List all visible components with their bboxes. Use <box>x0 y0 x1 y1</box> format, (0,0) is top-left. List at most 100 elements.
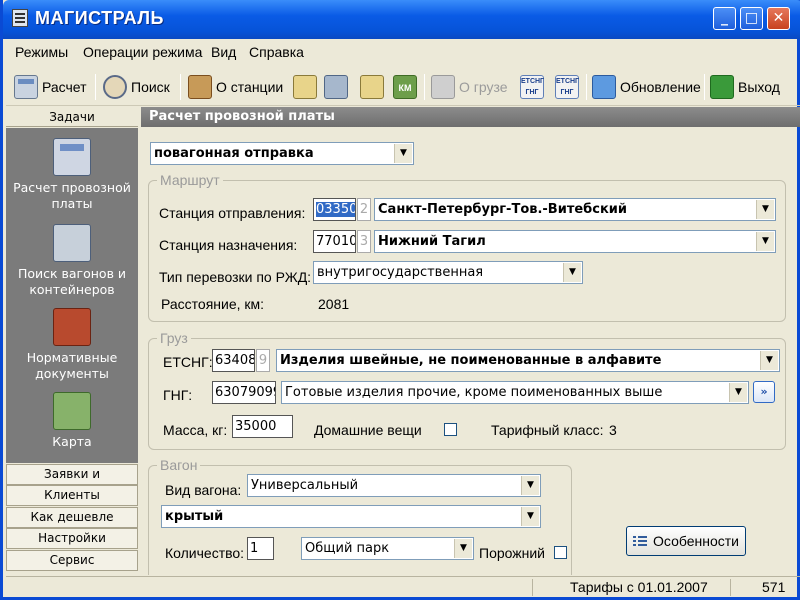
wagon-count-field[interactable]: 1 <box>247 537 274 560</box>
etsng-code-field[interactable]: 63408 <box>212 349 255 372</box>
calc-tool-label: Расчет <box>42 79 87 95</box>
chevron-down-icon[interactable]: ▼ <box>756 200 774 219</box>
update-tool-button[interactable]: Обновление <box>592 72 701 102</box>
chevron-down-icon[interactable]: ▼ <box>521 476 539 495</box>
map-tool-button[interactable] <box>293 72 317 102</box>
station-tool-button[interactable]: О станции <box>188 72 283 102</box>
toolbar-separator <box>95 74 96 100</box>
to-station-check-digit: 3 <box>357 230 371 253</box>
wagon-park-select[interactable]: Общий парк ▼ <box>301 537 474 560</box>
distance-label: Расстояние, км: <box>161 296 265 312</box>
from-station-code: 03350 <box>316 202 356 217</box>
close-button[interactable]: ✕ <box>767 7 790 30</box>
menu-view[interactable]: Вид <box>211 44 236 60</box>
chevron-down-icon[interactable]: ▼ <box>454 539 472 558</box>
mass-label: Масса, кг: <box>163 422 228 438</box>
from-station-check-digit: 2 <box>357 198 371 221</box>
wagon-subkind-select[interactable]: крытый ▼ <box>161 505 541 528</box>
to-station-code-field[interactable]: 77010 <box>313 230 356 253</box>
gng-label: ГНГ: <box>163 387 193 403</box>
etsng-check-digit: 9 <box>256 349 270 372</box>
menu-bar: Режимы Операции режима Вид Справка <box>6 40 800 64</box>
task-wagon-search[interactable]: Поиск вагонов и контейнеров <box>6 224 138 298</box>
transport-type-select[interactable]: внутригосударственная ▼ <box>313 261 583 284</box>
maximize-button[interactable]: □ <box>740 7 763 30</box>
distance-tool-button[interactable]: КМ <box>393 72 417 102</box>
from-station-name: Санкт-Петербург-Тов.-Витебский <box>378 202 627 217</box>
exit-tool-button[interactable]: Выход <box>710 72 780 102</box>
km-icon: КМ <box>393 75 417 99</box>
cargo-tool-button[interactable]: О грузе <box>431 72 508 102</box>
app-icon[interactable] <box>12 9 28 27</box>
sidebar-tab-service[interactable]: Сервис <box>6 550 138 571</box>
map-icon <box>293 75 317 99</box>
search-tool-button[interactable]: Поиск <box>103 72 170 102</box>
to-station-label: Станция назначения: <box>159 237 298 253</box>
features-button-label: Особенности <box>653 533 739 549</box>
buildings-tool-button[interactable] <box>324 72 348 102</box>
cargo-tool-label: О грузе <box>459 79 508 95</box>
chevron-down-icon[interactable]: ▼ <box>563 263 581 282</box>
task-map[interactable]: Карта <box>6 392 138 450</box>
chevron-down-icon[interactable]: ▼ <box>521 507 539 526</box>
to-station-select[interactable]: Нижний Тагил ▼ <box>374 230 776 253</box>
sidebar-tab-settings[interactable]: Настройки <box>6 528 138 549</box>
gng-cargo-name: Готовые изделия прочие, кроме поименован… <box>285 385 663 400</box>
task-calc[interactable]: Расчет провозной платы <box>6 138 138 212</box>
codes-tool-button-1[interactable]: ЕТСНГ ГНГ <box>520 72 544 102</box>
chevron-down-icon[interactable]: ▼ <box>729 383 747 402</box>
household-goods-checkbox[interactable] <box>444 423 457 436</box>
empty-wagon-checkbox[interactable] <box>554 546 567 559</box>
from-station-code-field[interactable]: 03350 <box>313 198 356 221</box>
route-map-icon <box>360 75 384 99</box>
sidebar-tab-clients[interactable]: Клиенты <box>6 485 138 506</box>
from-station-select[interactable]: Санкт-Петербург-Тов.-Витебский ▼ <box>374 198 776 221</box>
shipment-type-select[interactable]: повагонная отправка ▼ <box>150 142 414 165</box>
panel-title: Расчет провозной платы <box>141 107 800 127</box>
etsng-cargo-select[interactable]: Изделия швейные, не поименованные в алфа… <box>276 349 780 372</box>
chevron-down-icon[interactable]: ▼ <box>756 232 774 251</box>
mass-field[interactable]: 35000 <box>232 415 293 438</box>
minimize-button[interactable]: _ <box>713 7 736 30</box>
menu-help[interactable]: Справка <box>249 44 304 60</box>
menu-mode-operations[interactable]: Операции режима <box>83 44 202 60</box>
title-bar[interactable]: МАГИСТРАЛЬ _ □ ✕ <box>3 0 800 39</box>
wagon-kind-label: Вид вагона: <box>165 482 242 498</box>
gng-cargo-select[interactable]: Готовые изделия прочие, кроме поименован… <box>281 381 749 404</box>
magnifier-icon <box>103 75 127 99</box>
update-icon <box>592 75 616 99</box>
map-icon <box>53 392 91 430</box>
household-goods-label: Домашние вещи <box>314 422 422 438</box>
sidebar-tab-cheaper[interactable]: Как дешевле <box>6 507 138 528</box>
empty-wagon-label: Порожний <box>479 545 546 561</box>
gng-expand-button[interactable]: » <box>753 381 775 403</box>
wagon-count-label: Количество: <box>165 545 245 561</box>
task-calc-label: Расчет провозной платы <box>13 180 131 211</box>
chevron-down-icon[interactable]: ▼ <box>760 351 778 370</box>
menu-modes[interactable]: Режимы <box>15 44 68 60</box>
cargo-legend: Груз <box>157 330 191 346</box>
to-station-name: Нижний Тагил <box>378 234 486 249</box>
calc-tool-button[interactable]: Расчет <box>14 72 87 102</box>
wagon-kind-select[interactable]: Универсальный ▼ <box>247 474 541 497</box>
task-docs[interactable]: Нормативные документы <box>6 308 138 382</box>
status-divider <box>730 579 731 596</box>
route-tool-button[interactable] <box>360 72 384 102</box>
search-tool-label: Поиск <box>131 79 170 95</box>
task-wagon-search-label: Поиск вагонов и контейнеров <box>17 266 127 297</box>
tariff-class-value: 3 <box>609 422 617 438</box>
sidebar-header[interactable]: Задачи <box>6 107 138 127</box>
gng-code-field[interactable]: 63079099 <box>212 381 276 404</box>
sidebar-tab-requests[interactable]: Заявки и накладные <box>6 464 138 500</box>
list-icon <box>633 535 648 547</box>
codes-tool-button-2[interactable]: ЕТСНГ ГНГ <box>555 72 579 102</box>
distance-value: 2081 <box>318 296 350 312</box>
calculator-icon <box>14 75 38 99</box>
task-docs-label: Нормативные документы <box>26 350 118 381</box>
wagon-legend: Вагон <box>157 457 201 473</box>
app-window: МАГИСТРАЛЬ _ □ ✕ Режимы Операции режима … <box>0 0 800 600</box>
window-title: МАГИСТРАЛЬ <box>35 8 164 28</box>
etsng-cargo-name: Изделия швейные, не поименованные в алфа… <box>280 353 662 368</box>
features-button[interactable]: Особенности <box>626 526 746 556</box>
chevron-down-icon[interactable]: ▼ <box>394 144 412 163</box>
